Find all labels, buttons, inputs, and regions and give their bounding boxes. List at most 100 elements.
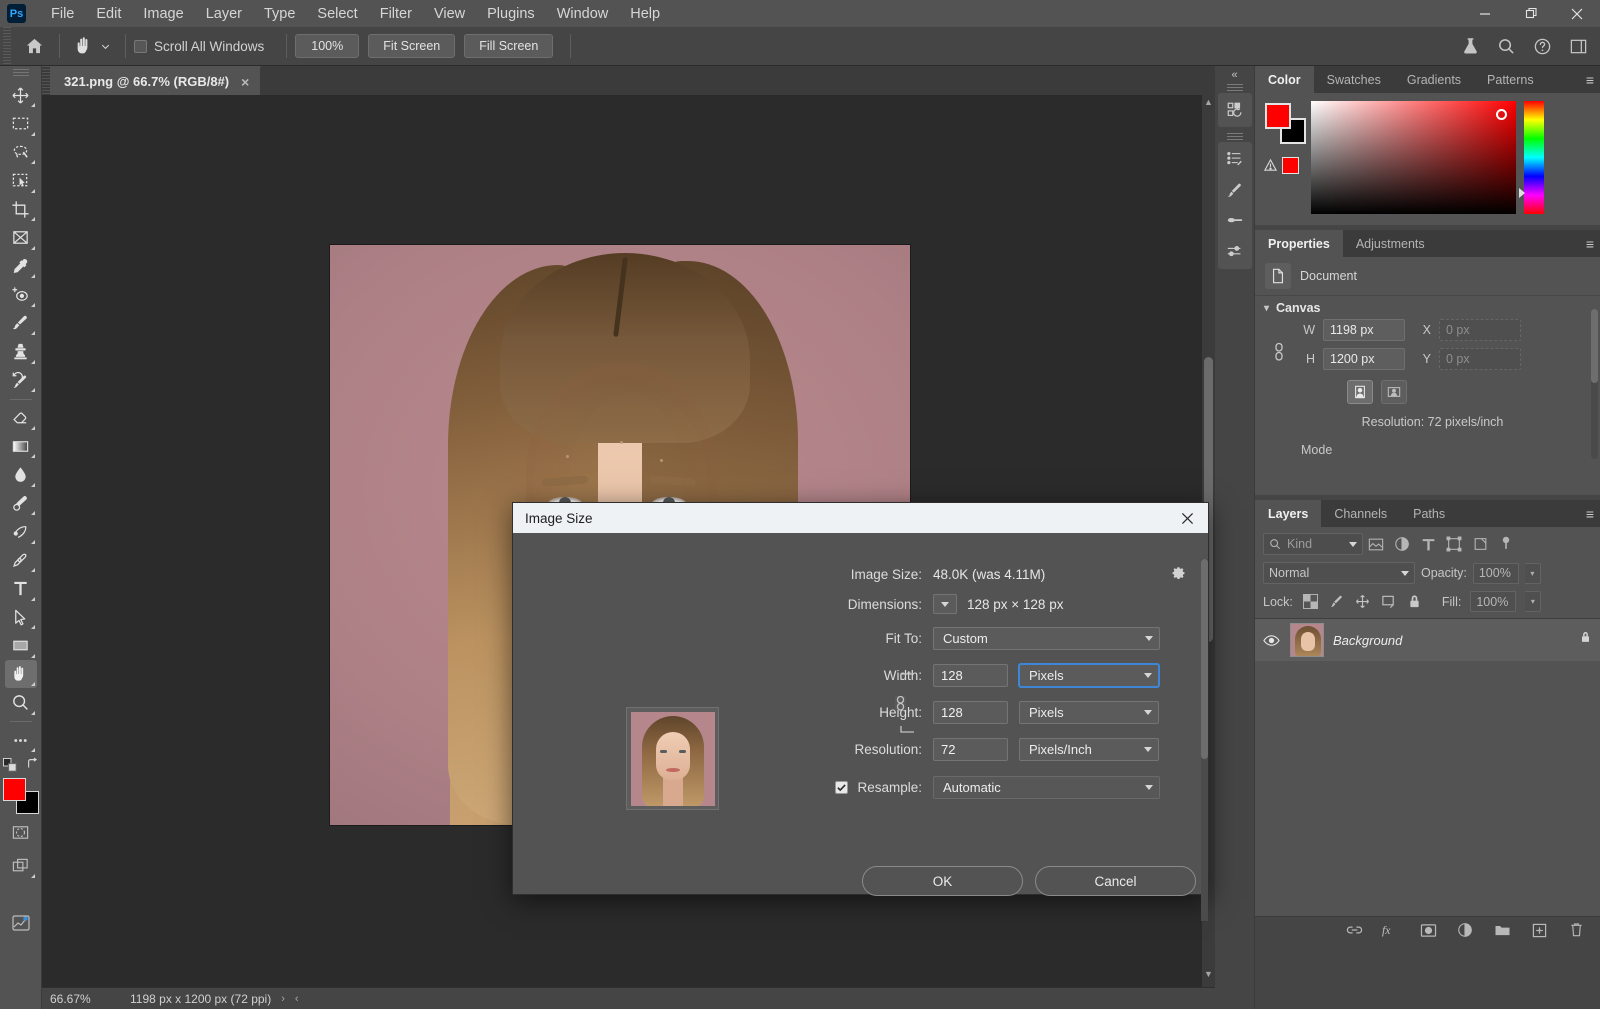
color-field-marker[interactable] [1496,109,1507,120]
rail-grip[interactable] [1226,84,1243,91]
constrain-proportions-icon[interactable] [885,670,915,736]
hue-slider-marker[interactable] [1519,188,1525,198]
filter-toggle-icon[interactable] [1493,533,1519,555]
hue-slider[interactable] [1519,101,1544,214]
rectangle-tool[interactable] [5,632,37,660]
filter-smart-icon[interactable] [1467,533,1493,555]
chevron-down-icon[interactable]: ▾ [1264,303,1269,314]
swap-colors-icon[interactable] [26,757,40,776]
toolbar-grip[interactable] [12,69,29,78]
menu-filter[interactable]: Filter [369,3,423,25]
zoom-tool[interactable] [5,689,37,717]
document-tab[interactable]: 321.png @ 66.7% (RGB/8#) × [50,66,262,95]
layer-name[interactable]: Background [1333,633,1570,648]
width-unit-select[interactable]: Pixels [1019,663,1159,687]
blur-tool[interactable] [5,461,37,489]
adjustment-layer-icon[interactable] [1455,920,1475,940]
default-colors-icon[interactable] [2,757,18,778]
search-icon[interactable] [1490,31,1522,61]
layer-lock-icon[interactable] [1579,631,1592,650]
color-panel-foreground-swatch[interactable] [1265,103,1291,129]
menu-select[interactable]: Select [306,3,368,25]
tab-paths[interactable]: Paths [1400,500,1459,527]
landscape-orientation-icon[interactable] [1381,380,1407,404]
dodge-tool[interactable] [5,489,37,517]
portrait-orientation-icon[interactable] [1347,380,1373,404]
layer-kind-filter[interactable]: Kind [1263,533,1363,555]
layer-visibility-eye-icon[interactable] [1261,634,1281,647]
filter-pixel-icon[interactable] [1363,533,1389,555]
options-bar-grip[interactable] [3,26,11,66]
menu-image[interactable]: Image [132,3,194,25]
fill-screen-button[interactable]: Fill Screen [464,34,554,58]
link-layers-icon[interactable] [1344,920,1364,940]
rectangular-marquee-tool[interactable] [5,110,37,138]
fill-input[interactable]: 100% [1470,591,1517,612]
panel-menu-icon[interactable]: ≡ [1586,236,1594,252]
eraser-tool[interactable] [5,404,37,432]
rail-grip[interactable] [1226,133,1243,140]
scroll-down-arrow[interactable]: ▼ [1202,967,1215,981]
canvas-width-input[interactable]: 1198 px [1323,319,1405,341]
hand-tool[interactable] [4,660,37,688]
freeform-pen-tool[interactable] [5,546,37,574]
chevron-down-icon[interactable] [1349,541,1357,547]
resolution-unit-select[interactable]: Pixels/Inch [1019,737,1159,761]
collapse-panels-icon[interactable]: « [1215,66,1255,84]
canvas-y-input[interactable]: 0 px [1439,348,1521,370]
pen-tool[interactable] [5,518,37,546]
status-zoom-level[interactable]: 66.67% [42,992,120,1006]
filter-type-icon[interactable] [1415,533,1441,555]
table-row[interactable]: Background [1255,619,1600,661]
brush-settings-icon[interactable] [1220,177,1250,203]
canvas-section-header[interactable]: ▾ Canvas [1255,296,1600,317]
opacity-stepper[interactable]: ▾ [1524,562,1541,584]
restore-button[interactable] [1508,0,1554,27]
status-collapse-arrow[interactable]: ‹ [295,993,299,1005]
tabstrip-grip[interactable] [42,66,50,95]
history-brush-tool[interactable] [5,366,37,394]
height-unit-select[interactable]: Pixels [1019,700,1159,724]
image-preview-thumbnail[interactable] [626,707,719,810]
dialog-scroll-thumb[interactable] [1201,559,1208,759]
lock-image-icon[interactable] [1328,593,1345,611]
lasso-tool[interactable] [5,138,37,166]
tab-patterns[interactable]: Patterns [1474,66,1547,93]
dialog-close-icon[interactable] [1174,505,1200,531]
edit-toolbar-ellipsis-icon[interactable] [5,726,37,754]
help-icon[interactable] [1526,31,1558,61]
lock-transparent-icon[interactable] [1302,593,1319,611]
delete-layer-icon[interactable] [1566,920,1586,940]
filter-shape-icon[interactable] [1441,533,1467,555]
tab-layers[interactable]: Layers [1255,500,1322,527]
filter-adjustment-icon[interactable] [1389,533,1415,555]
menu-window[interactable]: Window [546,3,620,25]
color-swatches[interactable] [2,777,39,814]
brush-tool[interactable] [5,309,37,337]
tab-adjustments[interactable]: Adjustments [1342,230,1438,257]
active-tool-preset[interactable] [68,31,117,61]
new-group-icon[interactable] [1492,920,1512,940]
gamut-alternative-swatch[interactable] [1282,157,1299,174]
tab-channels[interactable]: Channels [1321,500,1401,527]
actions-icon[interactable] [1220,146,1250,172]
resample-checkbox[interactable] [835,780,849,794]
cancel-button[interactable]: Cancel [1035,866,1196,896]
close-button[interactable] [1554,0,1600,27]
menu-edit[interactable]: Edit [85,3,132,25]
tab-gradients[interactable]: Gradients [1393,66,1475,93]
resample-select[interactable]: Automatic [933,775,1160,799]
scroll-up-arrow[interactable]: ▲ [1202,95,1215,109]
type-tool[interactable] [5,575,37,603]
layer-thumbnail[interactable] [1290,623,1324,657]
status-expand-arrow[interactable]: › [281,993,285,1005]
foreground-color-swatch[interactable] [2,777,26,801]
gear-icon[interactable] [1170,564,1186,585]
clone-stamp-tool[interactable] [5,338,37,366]
crop-tool[interactable] [5,195,37,223]
dialog-title-bar[interactable]: Image Size [513,503,1208,533]
image-size-dialog[interactable]: Image Size Image Size: 48.0K (was 4.11M)… [512,502,1209,921]
panel-menu-icon[interactable]: ≡ [1586,506,1594,522]
canvas-x-input[interactable]: 0 px [1439,319,1521,341]
blend-mode-select[interactable]: Normal [1263,562,1415,584]
